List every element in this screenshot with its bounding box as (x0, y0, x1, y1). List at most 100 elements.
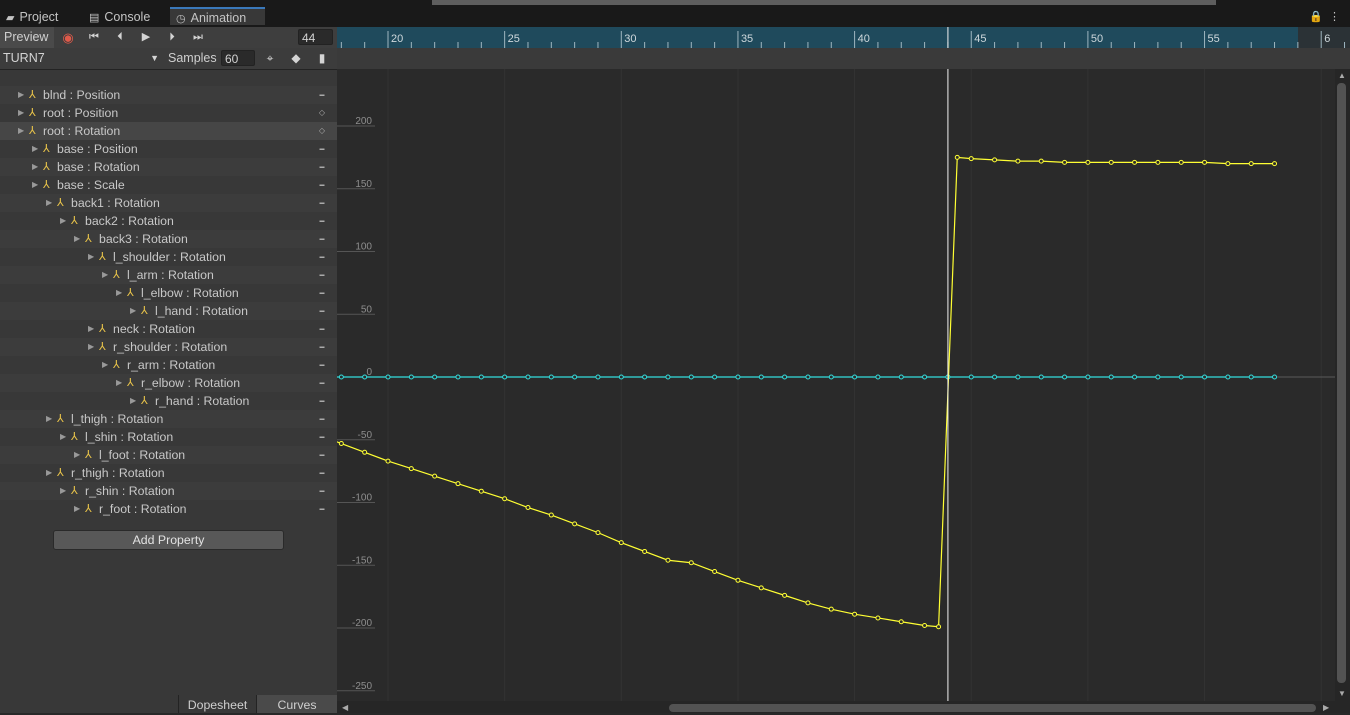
property-row[interactable]: ▶ ⅄ root : Position ◇ (0, 104, 337, 122)
expand-arrow-icon[interactable]: ▶ (130, 302, 136, 320)
expand-arrow-icon[interactable]: ▶ (18, 86, 24, 104)
property-row[interactable]: ▶ ⅄ r_shoulder : Rotation ▬ (0, 338, 337, 356)
vertical-scroll-thumb[interactable] (1337, 83, 1346, 683)
keyframe-indicator-icon[interactable]: ▬ (318, 230, 326, 248)
expand-arrow-icon[interactable]: ▶ (18, 104, 24, 122)
expand-arrow-icon[interactable]: ▶ (46, 194, 52, 212)
keyframe-indicator-icon[interactable]: ▬ (318, 140, 326, 158)
preview-button[interactable]: Preview (0, 27, 54, 48)
expand-arrow-icon[interactable]: ▶ (18, 122, 24, 140)
keyframe-indicator-icon[interactable]: ▬ (318, 86, 326, 104)
expand-arrow-icon[interactable]: ▶ (116, 284, 122, 302)
expand-arrow-icon[interactable]: ▶ (116, 374, 122, 392)
property-row[interactable]: ▶ ⅄ l_hand : Rotation ▬ (0, 302, 337, 320)
keyframe-indicator-icon[interactable]: ▬ (318, 338, 326, 356)
expand-arrow-icon[interactable]: ▶ (46, 464, 52, 482)
curve-editor[interactable]: 200 150 100 50 0 -50 -100 -150 -200 -250 (337, 69, 1350, 713)
property-row[interactable]: ▶ ⅄ base : Position ▬ (0, 140, 337, 158)
keyframe-indicator-icon[interactable]: ▬ (318, 500, 326, 518)
expand-arrow-icon[interactable]: ▶ (102, 266, 108, 284)
event-lane[interactable] (337, 48, 1350, 70)
keyframe-indicator-icon[interactable]: ◇ (318, 122, 326, 140)
expand-arrow-icon[interactable]: ▶ (32, 176, 38, 194)
property-row[interactable]: ▶ ⅄ l_shoulder : Rotation ▬ (0, 248, 337, 266)
keyframe-indicator-icon[interactable]: ▬ (318, 392, 326, 410)
keyframe-indicator-icon[interactable]: ▬ (318, 374, 326, 392)
keyframe-indicator-icon[interactable]: ▬ (318, 302, 326, 320)
keyframe-indicator-icon[interactable]: ▬ (318, 176, 326, 194)
samples-field[interactable]: 60 (221, 50, 255, 66)
expand-arrow-icon[interactable]: ▶ (60, 482, 66, 500)
property-row[interactable]: ▶ ⅄ r_hand : Rotation ▬ (0, 392, 337, 410)
property-row[interactable]: ▶ ⅄ blnd : Position ▬ (0, 86, 337, 104)
add-event-icon[interactable]: ▮ (311, 48, 333, 69)
keyframe-indicator-icon[interactable]: ▬ (318, 284, 326, 302)
horizontal-scroll-thumb[interactable] (669, 704, 1316, 712)
tab-animation[interactable]: ◷ Animation (170, 7, 265, 25)
property-row[interactable]: ▶ ⅄ r_thigh : Rotation ▬ (0, 464, 337, 482)
property-row[interactable]: ▶ ⅄ l_shin : Rotation ▬ (0, 428, 337, 446)
property-row[interactable]: ▶ ⅄ l_elbow : Rotation ▬ (0, 284, 337, 302)
keyframe-indicator-icon[interactable]: ▬ (318, 428, 326, 446)
expand-arrow-icon[interactable]: ▶ (60, 212, 66, 230)
play-icon[interactable]: ▶ (134, 27, 158, 48)
add-property-button[interactable]: Add Property (53, 530, 284, 550)
add-keyframe-icon[interactable]: ◆ (285, 48, 307, 69)
next-keyframe-icon[interactable]: ⏵ (160, 27, 184, 48)
property-row[interactable]: ▶ ⅄ l_thigh : Rotation ▬ (0, 410, 337, 428)
expand-arrow-icon[interactable]: ▶ (46, 410, 52, 428)
property-row[interactable]: ▶ ⅄ back2 : Rotation ▬ (0, 212, 337, 230)
keyframe-indicator-icon[interactable]: ▬ (318, 248, 326, 266)
scroll-up-icon[interactable]: ▲ (1338, 71, 1346, 80)
property-row[interactable]: ▶ ⅄ r_elbow : Rotation ▬ (0, 374, 337, 392)
keyframe-indicator-icon[interactable]: ▬ (318, 464, 326, 482)
keyframe-indicator-icon[interactable]: ▬ (318, 410, 326, 428)
curve-graph[interactable]: 200 150 100 50 0 -50 -100 -150 -200 -250 (337, 69, 1335, 701)
tab-console[interactable]: ▤ Console (89, 7, 169, 27)
vertical-scrollbar[interactable]: ▲ ▼ (1335, 69, 1350, 701)
expand-arrow-icon[interactable]: ▶ (74, 446, 80, 464)
scroll-left-icon[interactable]: ◀ (342, 703, 348, 712)
expand-arrow-icon[interactable]: ▶ (60, 428, 66, 446)
kebab-menu-icon[interactable]: ⋮ (1329, 11, 1340, 23)
horizontal-scrollbar[interactable]: ◀ ▶ (337, 701, 1350, 713)
property-row[interactable]: ▶ ⅄ r_arm : Rotation ▬ (0, 356, 337, 374)
keyframe-indicator-icon[interactable]: ▬ (318, 194, 326, 212)
property-row[interactable]: ▶ ⅄ l_arm : Rotation ▬ (0, 266, 337, 284)
property-row[interactable]: ▶ ⅄ neck : Rotation ▬ (0, 320, 337, 338)
expand-arrow-icon[interactable]: ▶ (74, 230, 80, 248)
property-row[interactable]: ▶ ⅄ back1 : Rotation ▬ (0, 194, 337, 212)
keyframe-indicator-icon[interactable]: ▬ (318, 212, 326, 230)
expand-arrow-icon[interactable]: ▶ (88, 338, 94, 356)
last-keyframe-icon[interactable]: ⏭ (186, 27, 210, 48)
expand-arrow-icon[interactable]: ▶ (88, 320, 94, 338)
expand-arrow-icon[interactable]: ▶ (32, 140, 38, 158)
keyframe-indicator-icon[interactable]: ▬ (318, 266, 326, 284)
keyframe-indicator-icon[interactable]: ▬ (318, 320, 326, 338)
tab-dopesheet[interactable]: Dopesheet (178, 695, 256, 713)
keyframe-indicator-icon[interactable]: ▬ (318, 446, 326, 464)
scroll-down-icon[interactable]: ▼ (1338, 689, 1346, 698)
expand-arrow-icon[interactable]: ▶ (74, 500, 80, 518)
record-icon[interactable]: ◉ (56, 27, 80, 48)
property-row[interactable]: ▶ ⅄ base : Rotation ▬ (0, 158, 337, 176)
property-row[interactable]: ▶ ⅄ l_foot : Rotation ▬ (0, 446, 337, 464)
keyframe-indicator-icon[interactable]: ▬ (318, 356, 326, 374)
keyframe-indicator-icon[interactable]: ▬ (318, 482, 326, 500)
scroll-right-icon[interactable]: ▶ (1323, 703, 1329, 712)
expand-arrow-icon[interactable]: ▶ (102, 356, 108, 374)
property-row[interactable]: ▶ ⅄ back3 : Rotation ▬ (0, 230, 337, 248)
property-row[interactable]: ▶ ⅄ r_foot : Rotation ▬ (0, 500, 337, 518)
first-keyframe-icon[interactable]: ⏮ (82, 27, 106, 48)
keyframe-frame-icon[interactable]: ⌖ (259, 48, 281, 69)
expand-arrow-icon[interactable]: ▶ (130, 392, 136, 410)
previous-keyframe-icon[interactable]: ⏴ (108, 27, 132, 48)
keyframe-indicator-icon[interactable]: ▬ (318, 158, 326, 176)
tab-project[interactable]: ▰ Project (6, 7, 82, 27)
lock-icon[interactable]: 🔒 (1309, 11, 1323, 23)
clip-dropdown[interactable]: TURN7 ▼ (0, 49, 163, 68)
property-row[interactable]: ▶ ⅄ base : Scale ▬ (0, 176, 337, 194)
property-row[interactable]: ▶ ⅄ root : Rotation ◇ (0, 122, 337, 140)
keyframe-indicator-icon[interactable]: ◇ (318, 104, 326, 122)
timeline-ruler[interactable]: 20 25 30 35 40 45 50 55 6 (337, 27, 1350, 48)
